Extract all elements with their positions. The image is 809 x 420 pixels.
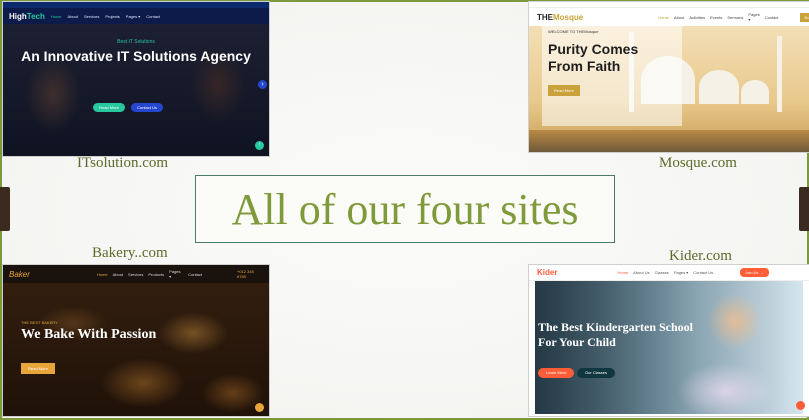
nav-products[interactable]: Products <box>148 272 164 277</box>
arrow-up-icon[interactable] <box>255 403 264 412</box>
join-us-button[interactable]: Join Us → <box>740 268 769 277</box>
read-more-button[interactable]: Read More <box>548 85 580 96</box>
nav-home[interactable]: Home <box>51 14 62 19</box>
caption-bakery: Bakery..com <box>92 245 168 261</box>
phone-number: +012 345 6789 <box>237 269 254 279</box>
nav-contact[interactable]: Contact <box>146 14 160 19</box>
nav-about[interactable]: About <box>68 14 78 19</box>
nav-about[interactable]: About <box>113 272 123 277</box>
nav-pages[interactable]: Pages ▾ <box>674 270 688 275</box>
hightech-logo[interactable]: HighTech <box>9 12 45 21</box>
nav-activities[interactable]: Activities <box>689 15 705 20</box>
navbar: Baker Home About Services Products Pages… <box>3 265 269 283</box>
chevron-right-icon[interactable]: › <box>258 80 267 89</box>
caption-itsolution: ITsolution.com <box>77 155 169 171</box>
caption-mosque: Mosque.com <box>659 155 737 171</box>
navbar: HighTech Home About Services Projects Pa… <box>3 8 269 24</box>
mosque-logo[interactable]: THEMosque <box>537 13 583 22</box>
nav-home[interactable]: Home <box>97 272 108 277</box>
bread-hero-image <box>3 283 269 416</box>
center-title-box: All of our four sites <box>195 175 615 243</box>
arrow-up-icon[interactable] <box>796 401 805 410</box>
center-title: All of our four sites <box>231 184 579 234</box>
right-edge-tab <box>799 187 809 231</box>
kider-screenshot: Kider Home About Us Classes Pages ▾ Cont… <box>529 265 809 416</box>
navbar: THEMosque Home About Activities Events S… <box>529 8 809 26</box>
bakery-logo[interactable]: Baker <box>9 270 30 279</box>
nav-contact[interactable]: Contact <box>765 15 779 20</box>
nav-about[interactable]: About <box>674 15 684 20</box>
nav-events[interactable]: Events <box>710 15 722 20</box>
nav-pages[interactable]: Pages ▾ <box>169 269 183 279</box>
nav-services[interactable]: Services <box>84 14 99 19</box>
learn-more-button[interactable]: Learn More <box>538 368 575 378</box>
nav-projects[interactable]: Projects <box>105 14 119 19</box>
hero-kicker: THE BEST BAKERY <box>21 320 58 325</box>
arrow-up-icon[interactable]: ↑ <box>255 141 264 150</box>
nav-sermons[interactable]: Sermons <box>727 15 743 20</box>
hero-welcome: WELCOME TO THEMosque <box>548 29 599 34</box>
our-classes-button[interactable]: Our Classes <box>577 368 616 378</box>
nav-classes[interactable]: Classes <box>655 270 669 275</box>
hero-headline: We Bake With Passion <box>21 327 157 342</box>
itsolution-screenshot: HighTech Home About Services Projects Pa… <box>3 2 269 156</box>
hero-headline: An Innovative IT Solutions Agency <box>21 48 251 64</box>
read-more-button[interactable]: Read More <box>21 363 55 374</box>
nav-contact[interactable]: Contact <box>188 272 202 277</box>
hero-kicker: Best IT Solutions <box>117 39 155 45</box>
read-more-button[interactable]: Read More <box>93 103 125 112</box>
nav-home[interactable]: Home <box>658 15 669 20</box>
nav-pages[interactable]: Pages ▾ <box>748 12 759 22</box>
nav-home[interactable]: Home <box>617 270 628 275</box>
navbar: Kider Home About Us Classes Pages ▾ Cont… <box>529 265 809 281</box>
kider-logo[interactable]: Kider <box>537 268 557 277</box>
nav-contact[interactable]: Contact Us <box>693 270 713 275</box>
contact-us-button[interactable]: Contact Us <box>131 103 163 112</box>
nav-pages[interactable]: Pages ▾ <box>126 14 140 19</box>
left-edge-tab <box>0 187 10 231</box>
nav-about[interactable]: About Us <box>633 270 649 275</box>
hero-headline: The Best Kindergarten School For Your Ch… <box>538 320 693 349</box>
hero-headline: Purity Comes From Faith <box>548 41 639 74</box>
nav-services[interactable]: Services <box>128 272 143 277</box>
donate-button[interactable]: Donate <box>799 12 809 22</box>
bakery-screenshot: Baker Home About Services Products Pages… <box>3 265 269 416</box>
caption-kider: Kider.com <box>669 248 732 264</box>
mosque-screenshot: THEMosque Home About Activities Events S… <box>529 2 809 152</box>
